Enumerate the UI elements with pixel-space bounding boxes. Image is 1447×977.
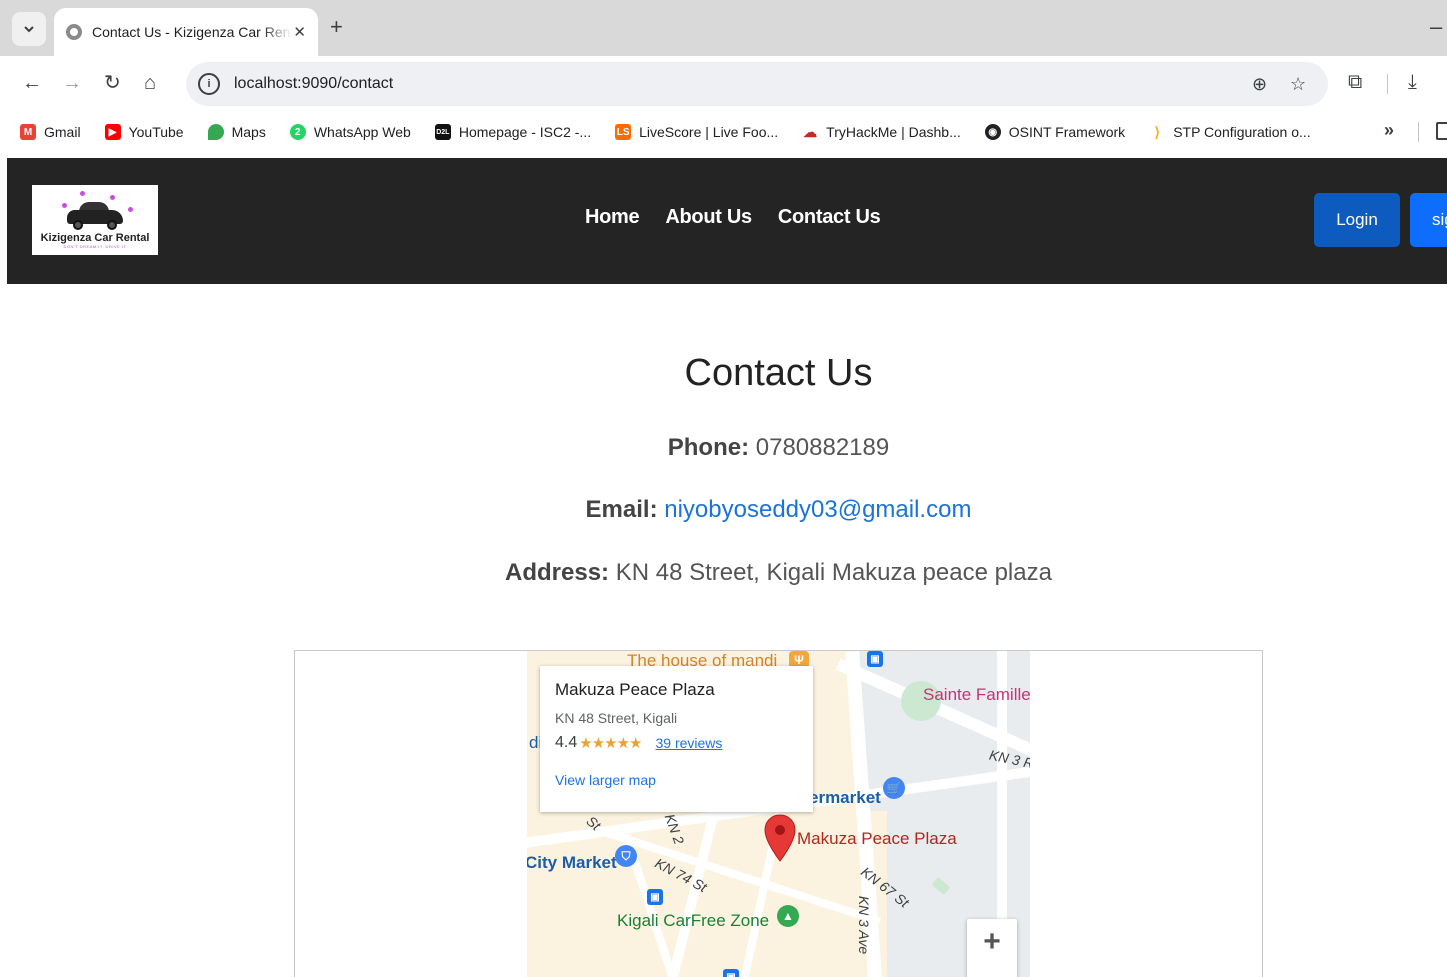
- phone-value: 0780882189: [755, 434, 890, 461]
- minimize-button[interactable]: –: [1430, 14, 1442, 40]
- whatsapp-icon: 2: [289, 124, 306, 140]
- bookmarks-divider: [1418, 122, 1419, 142]
- nav-about-us[interactable]: About Us: [665, 206, 752, 229]
- close-tab-icon[interactable]: ✕: [293, 23, 306, 41]
- bookmarks-bar: M Gmail ▶ YouTube Maps 2 WhatsApp Web D2L Ho…: [0, 112, 1447, 152]
- map-label-supermarket: ermarket: [809, 788, 881, 807]
- stp-icon: ⟩: [1149, 124, 1166, 140]
- car-logo-icon: [63, 200, 127, 230]
- bookmark-gmail[interactable]: M Gmail: [20, 124, 81, 140]
- email-link[interactable]: niyobyoseddy03@gmail.com: [664, 496, 971, 523]
- forward-arrow-icon[interactable]: →: [62, 71, 82, 95]
- bookmark-star-icon[interactable]: ☆: [1290, 74, 1306, 95]
- location-pin-icon[interactable]: [763, 813, 797, 863]
- bookmark-osint[interactable]: ◉ OSINT Framework: [984, 124, 1125, 140]
- phone-line: Phone: 0780882189: [0, 434, 1447, 462]
- site-logo[interactable]: Kizigenza Car Rental DON'T DREAM IT, DRI…: [32, 185, 158, 255]
- view-larger-map-link[interactable]: View larger map: [555, 772, 798, 788]
- rating-value: 4.4: [555, 734, 578, 751]
- download-icon[interactable]: ⤓: [1408, 71, 1417, 94]
- place-rating: 4.4 ★★★★★ 39 reviews: [555, 734, 798, 752]
- url-text[interactable]: localhost:9090/contact: [234, 75, 393, 93]
- bus-stop-icon: ▣: [867, 651, 883, 667]
- email-line: Email: niyobyoseddy03@gmail.com: [0, 496, 1447, 524]
- bookmark-folder-icon[interactable]: [1436, 122, 1447, 140]
- phone-label: Phone:: [667, 434, 750, 461]
- map-embed-frame: The house of mandi Ψ ▣ Sainte Famille KN…: [294, 650, 1263, 977]
- bookmark-stp[interactable]: ⟩ STP Configuration o...: [1149, 124, 1311, 140]
- signup-button[interactable]: sig: [1410, 193, 1447, 247]
- tryhackme-icon: ☁: [802, 123, 819, 140]
- globe-icon: [66, 24, 82, 40]
- logo-sparkle: [80, 191, 85, 196]
- more-bookmarks-icon[interactable]: »: [1384, 120, 1394, 141]
- gmail-icon: M: [20, 124, 36, 140]
- bookmark-whatsapp[interactable]: 2 WhatsApp Web: [289, 124, 411, 140]
- livescore-icon: LS: [615, 124, 632, 140]
- site-info-icon[interactable]: i: [198, 73, 220, 95]
- reload-icon[interactable]: ↻: [104, 71, 121, 95]
- place-address: KN 48 Street, Kigali: [555, 710, 678, 726]
- map-label-sainte-famille: Sainte Famille: [923, 685, 1030, 704]
- tree-icon: ▲: [777, 905, 799, 927]
- place-info-card: Makuza Peace Plaza KN 48 Street, Kigali …: [540, 666, 813, 812]
- rating-stars-icon: ★★★★★: [579, 735, 642, 752]
- bookmark-maps[interactable]: Maps: [207, 124, 266, 140]
- zoom-icon[interactable]: ⊕: [1252, 74, 1267, 95]
- home-icon[interactable]: ⌂: [144, 71, 156, 95]
- chevron-down-icon: [24, 26, 34, 33]
- maps-icon: [207, 124, 224, 140]
- email-label: Email:: [585, 496, 658, 523]
- logo-tagline: DON'T DREAM IT, DRIVE IT: [63, 244, 127, 249]
- bookmark-livescore[interactable]: LS LiveScore | Live Foo...: [615, 124, 778, 140]
- map-label-kn3-ave: KN 3 Ave: [856, 895, 873, 955]
- address-value: KN 48 Street, Kigali Makuza peace plaza: [615, 559, 1052, 586]
- bus-stop-icon: ▣: [647, 889, 663, 905]
- toolbar-divider: [1387, 74, 1388, 94]
- bookmark-youtube[interactable]: ▶ YouTube: [104, 124, 184, 140]
- site-navbar: Kizigenza Car Rental DON'T DREAM IT, DRI…: [7, 158, 1447, 284]
- page-viewport: Kizigenza Car Rental DON'T DREAM IT, DRI…: [0, 152, 1447, 977]
- address-line: Address: KN 48 Street, Kigali Makuza pea…: [0, 559, 1447, 587]
- login-button[interactable]: Login: [1314, 193, 1400, 247]
- extensions-icon[interactable]: ⧉: [1348, 71, 1362, 94]
- google-map[interactable]: The house of mandi Ψ ▣ Sainte Famille KN…: [527, 651, 1030, 977]
- active-tab[interactable]: Contact Us - Kizigenza Car Rental ✕: [54, 8, 318, 56]
- map-label-makuza-peace-plaza: Makuza Peace Plaza: [797, 829, 957, 848]
- bookmark-tryhackme[interactable]: ☁ TryHackMe | Dashb...: [802, 124, 961, 140]
- tab-title: Contact Us - Kizigenza Car Rental: [92, 24, 292, 40]
- logo-sparkle: [128, 207, 133, 212]
- logo-text: Kizigenza Car Rental: [40, 232, 150, 244]
- tab-search-button[interactable]: [12, 12, 46, 46]
- browser-tab-strip: Contact Us - Kizigenza Car Rental ✕ + –: [0, 0, 1447, 56]
- address-bar[interactable]: i localhost:9090/contact ⊕ ☆: [186, 62, 1328, 106]
- browser-toolbar: ← → ↻ ⌂ i localhost:9090/contact ⊕ ☆ ⧉ ⤓: [0, 56, 1447, 112]
- map-label-city-market: City Market: [527, 853, 617, 872]
- back-arrow-icon[interactable]: ←: [22, 71, 42, 95]
- reviews-link[interactable]: 39 reviews: [656, 735, 723, 751]
- shopping-bag-icon: ⛉: [615, 845, 637, 867]
- map-label-carfree-zone: Kigali CarFree Zone: [617, 911, 770, 930]
- zoom-in-button[interactable]: +: [967, 919, 1017, 977]
- address-label: Address:: [505, 559, 610, 586]
- osint-icon: ◉: [984, 124, 1001, 140]
- main-menu: Home About Us Contact Us: [585, 206, 906, 229]
- page-title: Contact Us: [684, 352, 873, 394]
- bookmark-isc2[interactable]: D2L Homepage - ISC2 -...: [434, 124, 591, 140]
- place-name: Makuza Peace Plaza: [555, 680, 715, 699]
- nav-home[interactable]: Home: [585, 206, 640, 229]
- park-area: [931, 877, 951, 895]
- new-tab-button[interactable]: +: [330, 14, 343, 40]
- youtube-icon: ▶: [104, 124, 121, 140]
- d2l-icon: D2L: [434, 124, 451, 140]
- shopping-cart-icon: 🛒: [883, 777, 905, 799]
- bus-stop-icon: ▣: [723, 969, 739, 977]
- nav-contact-us[interactable]: Contact Us: [778, 206, 881, 229]
